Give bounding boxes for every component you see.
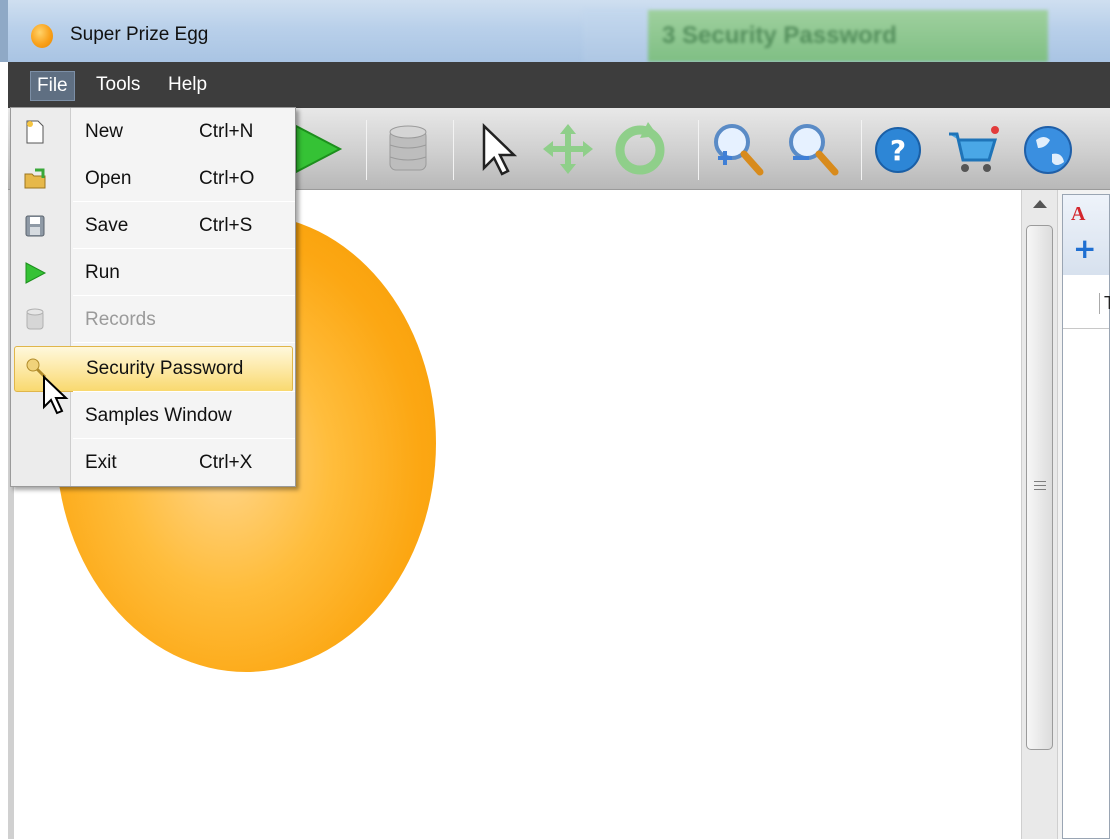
menu-item-shortcut: Ctrl+N bbox=[199, 121, 254, 142]
open-folder-icon bbox=[23, 166, 47, 192]
menu-separator bbox=[73, 248, 295, 249]
vertical-scrollbar[interactable] bbox=[1021, 190, 1058, 839]
app-egg-icon bbox=[31, 24, 53, 48]
records-icon bbox=[23, 307, 47, 333]
zoom-out-icon[interactable] bbox=[783, 118, 843, 180]
right-panel-box: A + T bbox=[1062, 194, 1110, 839]
background-window-title: 3 Security Password bbox=[648, 10, 1048, 62]
scroll-thumb[interactable] bbox=[1026, 225, 1053, 750]
menu-tools[interactable]: Tools bbox=[90, 71, 146, 101]
menu-item-label: Exit bbox=[85, 452, 117, 473]
window-title: Super Prize Egg bbox=[70, 24, 209, 45]
right-panel-column-header[interactable]: T bbox=[1063, 283, 1110, 329]
right-panel-toolbar: A + bbox=[1063, 195, 1109, 275]
menu-bar: File Tools Help bbox=[8, 62, 1110, 108]
add-icon[interactable]: + bbox=[1073, 235, 1096, 263]
records-icon[interactable] bbox=[378, 118, 438, 180]
menu-item-label: New bbox=[85, 121, 124, 142]
mouse-cursor-icon bbox=[40, 374, 72, 415]
help-icon[interactable]: ? bbox=[868, 118, 928, 180]
menu-item-shortcut: Ctrl+O bbox=[199, 168, 255, 189]
menu-file[interactable]: File bbox=[30, 71, 75, 101]
menu-separator bbox=[73, 295, 295, 296]
pointer-icon[interactable] bbox=[468, 118, 528, 180]
cart-icon[interactable] bbox=[943, 118, 1003, 180]
menu-item-shortcut: Ctrl+X bbox=[199, 452, 253, 473]
menu-item-label: Run bbox=[85, 262, 120, 283]
globe-icon[interactable] bbox=[1018, 118, 1078, 180]
save-icon bbox=[23, 213, 47, 239]
menu-item-records: Records bbox=[11, 298, 295, 344]
menu-item-label: Save bbox=[85, 215, 129, 236]
menu-item-new[interactable]: New Ctrl+N bbox=[11, 110, 295, 156]
menu-item-run[interactable]: Run bbox=[11, 251, 295, 297]
menu-separator bbox=[73, 201, 295, 202]
title-bar: 3 Security Password Super Prize Egg bbox=[0, 0, 1110, 62]
move-icon[interactable] bbox=[538, 118, 598, 180]
font-icon[interactable]: A bbox=[1071, 203, 1085, 226]
run-icon[interactable] bbox=[288, 118, 348, 180]
menu-item-label: Open bbox=[85, 168, 132, 189]
zoom-in-icon[interactable] bbox=[708, 118, 768, 180]
menu-item-open[interactable]: Open Ctrl+O bbox=[11, 157, 295, 203]
scroll-up-arrow[interactable] bbox=[1033, 200, 1047, 208]
menu-item-label: Records bbox=[85, 309, 156, 330]
menu-separator bbox=[73, 342, 295, 343]
file-menu-dropdown: New Ctrl+N Open Ctrl+O Save Ctrl+S Run R… bbox=[10, 107, 296, 487]
menu-help[interactable]: Help bbox=[162, 71, 213, 101]
right-panel: A + T bbox=[1058, 190, 1110, 839]
background-window-title-text: 3 Security Password bbox=[662, 22, 897, 49]
menu-item-save[interactable]: Save Ctrl+S bbox=[11, 204, 295, 250]
column-header-label: T bbox=[1099, 293, 1110, 314]
menu-item-label: Security Password bbox=[86, 358, 244, 379]
new-file-icon bbox=[23, 119, 47, 145]
rotate-icon[interactable] bbox=[610, 118, 670, 180]
menu-item-exit[interactable]: Exit Ctrl+X bbox=[11, 441, 295, 487]
svg-text:?: ? bbox=[890, 134, 906, 167]
run-icon bbox=[23, 260, 47, 286]
menu-separator bbox=[73, 391, 295, 392]
menu-item-shortcut: Ctrl+S bbox=[199, 215, 253, 236]
menu-separator bbox=[73, 438, 295, 439]
menu-item-label: Samples Window bbox=[85, 405, 232, 426]
background-window-strip bbox=[583, 10, 648, 62]
